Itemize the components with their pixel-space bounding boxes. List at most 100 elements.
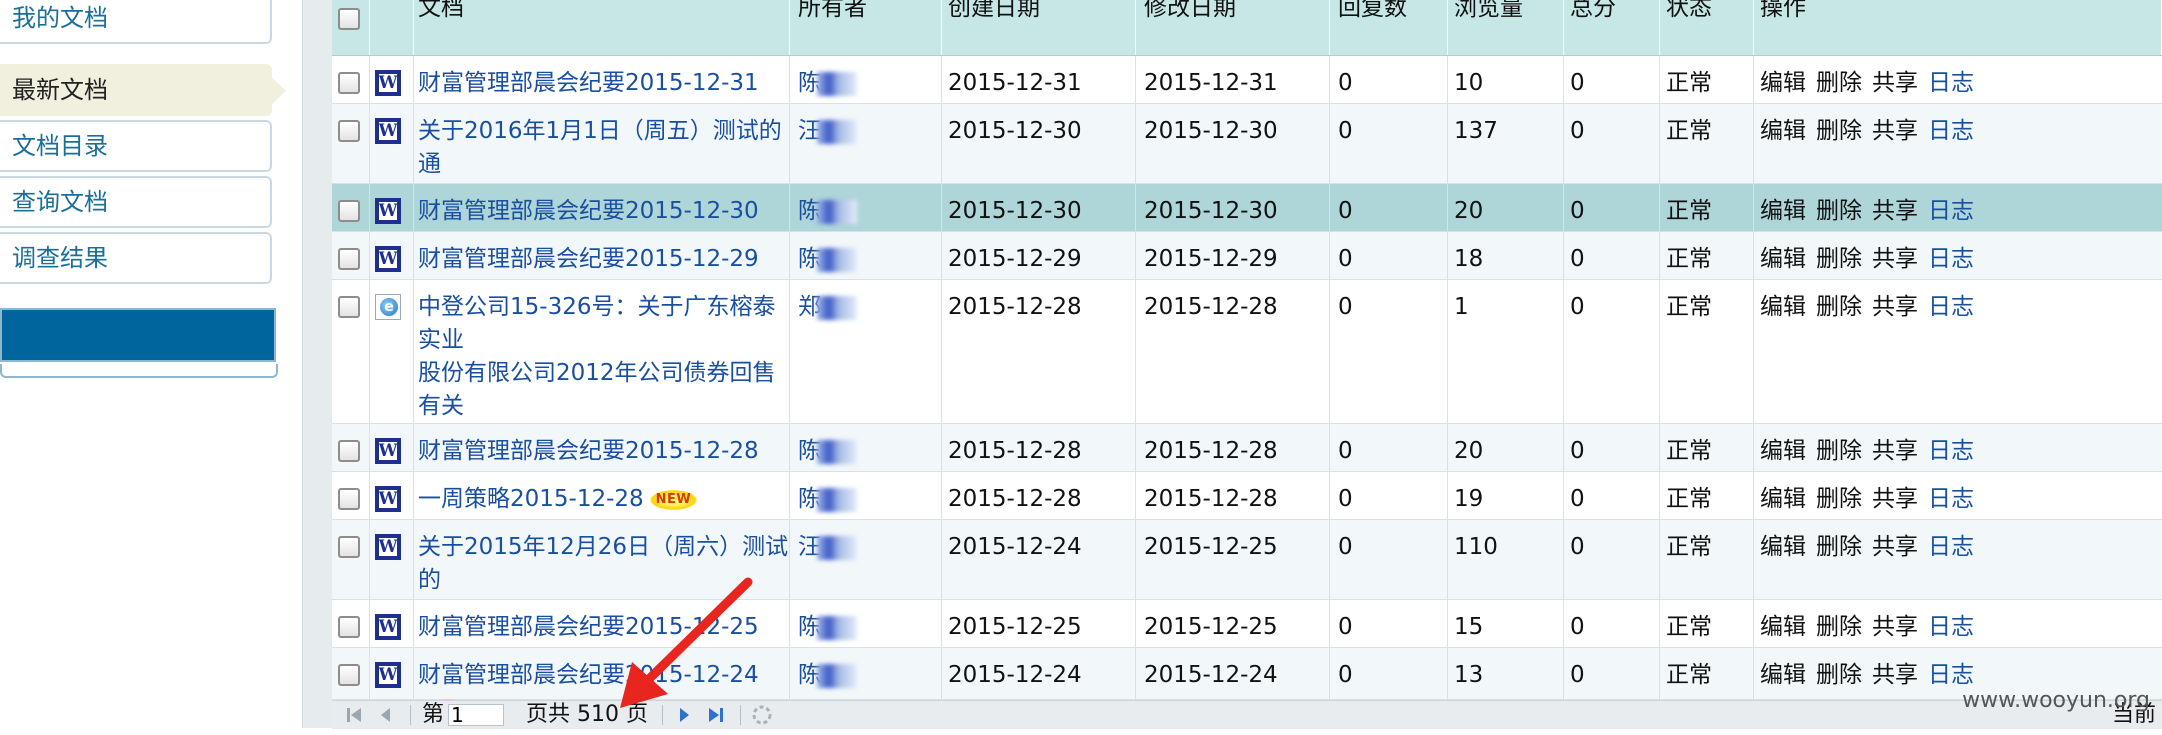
operations-cell: 编辑 删除 共享 日志 — [1754, 56, 2162, 103]
log-link[interactable]: 日志 — [1928, 198, 1974, 224]
row-checkbox[interactable] — [338, 200, 360, 222]
next-page-icon[interactable] — [672, 703, 696, 727]
total-score: 0 — [1564, 472, 1660, 519]
edit-link[interactable]: 编辑 — [1760, 294, 1806, 320]
log-link[interactable]: 日志 — [1928, 662, 1974, 688]
log-link[interactable]: 日志 — [1928, 614, 1974, 640]
edit-link[interactable]: 编辑 — [1760, 198, 1806, 224]
page-number-input[interactable] — [448, 704, 504, 726]
delete-link[interactable]: 删除 — [1816, 534, 1862, 560]
table-row[interactable]: W财富管理部晨会纪要2015-12-25NEW陈2015-12-252015-1… — [332, 600, 2162, 671]
document-title-link[interactable]: 财富管理部晨会纪要2015-12-31 — [418, 70, 759, 96]
table-row[interactable]: W财富管理部晨会纪要2015-12-24NEW陈2015-12-242015-1… — [332, 648, 2162, 719]
document-title-link[interactable]: 关于2016年1月1日（周五）测试的通 — [418, 118, 782, 177]
page-prefix-label: 第 — [422, 702, 445, 727]
table-row[interactable]: W财富管理部晨会纪要2015-12-30NEW陈2015-12-302015-1… — [332, 184, 2162, 255]
row-checkbox[interactable] — [338, 296, 360, 318]
table-row[interactable]: W财富管理部晨会纪要2015-12-31NEW陈2015-12-312015-1… — [332, 56, 2162, 127]
share-link[interactable]: 共享 — [1872, 70, 1918, 96]
document-title-link[interactable]: 财富管理部晨会纪要2015-12-30 — [418, 198, 759, 224]
sidebar-item-survey-results[interactable]: 调查结果 — [0, 232, 272, 284]
row-checkbox[interactable] — [338, 488, 360, 510]
delete-link[interactable]: 删除 — [1816, 70, 1862, 96]
share-link[interactable]: 共享 — [1872, 534, 1918, 560]
share-link[interactable]: 共享 — [1872, 662, 1918, 688]
sidebar-item-search-documents[interactable]: 查询文档 — [0, 176, 272, 228]
row-checkbox[interactable] — [338, 440, 360, 462]
last-page-icon[interactable] — [704, 703, 728, 727]
document-title-link[interactable]: 中登公司15-326号：关于广东榕泰实业 — [418, 294, 775, 353]
row-checkbox[interactable] — [338, 664, 360, 686]
sidebar-item-latest-documents[interactable]: 最新文档 — [0, 64, 286, 116]
log-link[interactable]: 日志 — [1928, 486, 1974, 512]
share-link[interactable]: 共享 — [1872, 614, 1918, 640]
table-row[interactable]: W财富管理部晨会纪要2015-12-28NEW陈2015-12-282015-1… — [332, 424, 2162, 495]
log-link[interactable]: 日志 — [1928, 438, 1974, 464]
log-link[interactable]: 日志 — [1928, 70, 1974, 96]
delete-link[interactable]: 删除 — [1816, 662, 1862, 688]
sidebar-item-document-catalog[interactable]: 文档目录 — [0, 120, 272, 172]
table-row[interactable]: W财富管理部晨会纪要2015-12-29NEW陈2015-12-292015-1… — [332, 232, 2162, 303]
row-checkbox[interactable] — [338, 536, 360, 558]
document-title-link[interactable]: 财富管理部晨会纪要2015-12-29 — [418, 246, 759, 272]
document-title-link[interactable]: 关于2015年12月26日（周六）测试的 — [418, 534, 788, 593]
document-title-link[interactable]: 财富管理部晨会纪要2015-12-24 — [418, 662, 759, 688]
edit-link[interactable]: 编辑 — [1760, 614, 1806, 640]
document-title-link[interactable]: 股份有限公司2012年公司债券回售有关 — [418, 360, 776, 419]
header-score[interactable]: 总分 — [1564, 0, 1660, 55]
header-modified[interactable]: 修改日期 — [1136, 0, 1330, 55]
header-views-label: 浏览量 — [1454, 0, 1523, 21]
table-row[interactable]: W 一周策略2015-12-28 NEW 陈 2015-12-28 2015-12-28 0… — [332, 472, 2162, 520]
row-checkbox[interactable] — [338, 120, 360, 142]
share-link[interactable]: 共享 — [1872, 294, 1918, 320]
edit-link[interactable]: 编辑 — [1760, 246, 1806, 272]
header-icon-cell — [370, 0, 414, 55]
modified-date: 2015-12-24 — [1136, 648, 1330, 699]
sidebar-item-my-documents[interactable]: 我的文档 — [0, 0, 272, 44]
log-link[interactable]: 日志 — [1928, 118, 1974, 144]
header-replies[interactable]: 回复数 — [1330, 0, 1448, 55]
modified-date: 2015-12-30 — [1136, 104, 1330, 183]
table-row[interactable]: W 关于2015年12月26日（周六）测试的通知NEW汪2015-12-24201… — [332, 520, 2162, 626]
delete-link[interactable]: 删除 — [1816, 246, 1862, 272]
edit-link[interactable]: 编辑 — [1760, 662, 1806, 688]
document-title-link[interactable]: 财富管理部晨会纪要2015-12-28 — [418, 438, 759, 464]
edit-link[interactable]: 编辑 — [1760, 534, 1806, 560]
delete-link[interactable]: 删除 — [1816, 438, 1862, 464]
document-title-link[interactable]: 财富管理部晨会纪要2015-12-25 — [418, 614, 759, 640]
refresh-icon[interactable] — [750, 703, 774, 727]
header-views[interactable]: 浏览量 — [1448, 0, 1564, 55]
edit-link[interactable]: 编辑 — [1760, 118, 1806, 144]
log-link[interactable]: 日志 — [1928, 246, 1974, 272]
log-link[interactable]: 日志 — [1928, 294, 1974, 320]
row-checkbox[interactable] — [338, 616, 360, 638]
share-link[interactable]: 共享 — [1872, 246, 1918, 272]
header-status[interactable]: 状态 — [1660, 0, 1754, 55]
header-owner[interactable]: 所有者 — [790, 0, 942, 55]
log-link[interactable]: 日志 — [1928, 534, 1974, 560]
reply-count: 0 — [1330, 184, 1448, 231]
share-link[interactable]: 共享 — [1872, 198, 1918, 224]
share-link[interactable]: 共享 — [1872, 438, 1918, 464]
delete-link[interactable]: 删除 — [1816, 614, 1862, 640]
delete-link[interactable]: 删除 — [1816, 294, 1862, 320]
document-title-link[interactable]: 一周策略2015-12-28 — [418, 486, 644, 512]
pager-separator — [740, 705, 741, 725]
delete-link[interactable]: 删除 — [1816, 486, 1862, 512]
table-row[interactable]: e 中登公司15-326号：关于广东榕泰实业 股份有限公司2012年公司债券回售有关… — [332, 280, 2162, 518]
header-created[interactable]: 创建日期 — [942, 0, 1136, 55]
select-all-checkbox[interactable] — [338, 8, 360, 30]
header-title[interactable]: 文档 — [414, 0, 790, 55]
edit-link[interactable]: 编辑 — [1760, 70, 1806, 96]
edit-link[interactable]: 编辑 — [1760, 486, 1806, 512]
row-checkbox[interactable] — [338, 72, 360, 94]
delete-link[interactable]: 删除 — [1816, 198, 1862, 224]
share-link[interactable]: 共享 — [1872, 486, 1918, 512]
delete-link[interactable]: 删除 — [1816, 118, 1862, 144]
first-page-icon[interactable] — [342, 703, 366, 727]
table-row[interactable]: W关于2016年1月1日（周五）测试的通知NEW汪2015-12-302015-… — [332, 104, 2162, 210]
row-checkbox[interactable] — [338, 248, 360, 270]
share-link[interactable]: 共享 — [1872, 118, 1918, 144]
previous-page-icon[interactable] — [374, 703, 398, 727]
edit-link[interactable]: 编辑 — [1760, 438, 1806, 464]
